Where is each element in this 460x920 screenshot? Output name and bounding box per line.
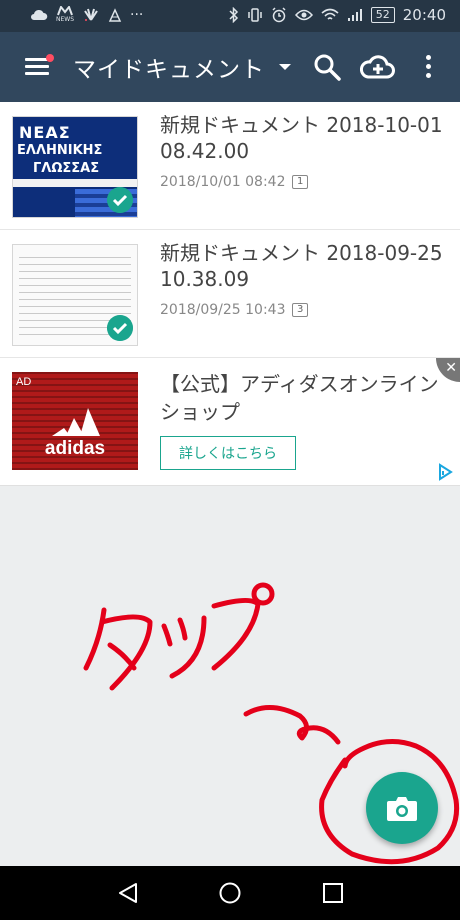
cloud-icon <box>31 9 48 20</box>
ad-title[interactable]: 【公式】アディダスオンラインショップ <box>160 370 440 426</box>
page-title[interactable]: マイドキュメント <box>73 50 265 84</box>
document-title: 新規ドキュメント 2018-09-25 10.38.09 <box>160 241 443 291</box>
page-count-badge: 1 <box>292 175 309 189</box>
news-label: NEWS <box>56 16 75 23</box>
eye-icon <box>294 9 313 21</box>
thumb-text: ΓΛΩΣΣΑΣ <box>33 161 100 176</box>
cloud-synced-check-icon <box>107 315 133 341</box>
system-nav-bar <box>0 866 460 920</box>
cloud-synced-check-icon <box>107 187 133 213</box>
signal-icon <box>347 9 362 21</box>
status-bar: NEWS ··· 52 20:40 <box>0 0 460 32</box>
more-vert-icon[interactable] <box>420 52 438 82</box>
camera-icon <box>387 797 417 821</box>
huawei-icon <box>84 8 98 21</box>
home-icon[interactable] <box>218 881 242 905</box>
list-item[interactable]: ΝΕΑΣ ΕΛΛΗΝΙΚΗΣ ΓΛΩΣΣΑΣ 新規ドキュメント 2018-10-… <box>0 102 460 230</box>
app-toolbar: マイドキュメント <box>0 32 460 102</box>
status-left-icons: NEWS ··· <box>30 6 143 24</box>
document-title: 新規ドキュメント 2018-10-01 08.42.00 <box>160 113 443 163</box>
search-icon[interactable] <box>312 52 342 82</box>
signal-tower-icon <box>108 8 122 22</box>
adidas-logo-icon <box>52 408 100 436</box>
back-icon[interactable] <box>116 881 140 905</box>
ad-label: AD <box>16 376 32 388</box>
status-right-icons: 52 20:40 <box>229 6 446 24</box>
document-date: 2018/10/01 08:42 <box>160 174 286 190</box>
notification-dot <box>46 54 54 62</box>
ad-details-button[interactable]: 詳しくはこちら <box>160 436 296 470</box>
ad-banner[interactable]: AD adidas 【公式】アディダスオンラインショップ 詳しくはこちら ✕ <box>0 358 460 486</box>
wifi-icon <box>321 8 339 20</box>
news-icon: NEWS <box>56 6 74 24</box>
alarm-icon <box>272 7 286 23</box>
recents-icon[interactable] <box>322 882 344 904</box>
document-thumbnail <box>12 244 138 346</box>
cloud-upload-icon[interactable] <box>360 50 396 84</box>
status-clock: 20:40 <box>402 6 446 24</box>
ad-image[interactable]: AD adidas <box>12 372 138 470</box>
document-thumbnail: ΝΕΑΣ ΕΛΛΗΝΙΚΗΣ ΓΛΩΣΣΑΣ <box>12 116 138 218</box>
thumb-text: ΕΛΛΗΝΙΚΗΣ <box>17 143 103 158</box>
thumb-text: ΝΕΑΣ <box>19 123 71 142</box>
document-list: ΝΕΑΣ ΕΛΛΗΝΙΚΗΣ ΓΛΩΣΣΑΣ 新規ドキュメント 2018-10-… <box>0 102 460 486</box>
battery-indicator: 52 <box>370 7 395 23</box>
menu-icon[interactable] <box>20 50 54 84</box>
adchoices-icon[interactable] <box>436 463 454 481</box>
ad-brand: adidas <box>44 438 106 459</box>
page-count-badge: 3 <box>292 303 309 317</box>
camera-fab-button[interactable] <box>366 772 438 844</box>
bluetooth-icon <box>229 7 238 23</box>
more-notifications: ··· <box>130 7 144 23</box>
document-date: 2018/09/25 10:43 <box>160 302 286 318</box>
dropdown-caret-icon[interactable] <box>279 64 291 70</box>
list-item[interactable]: 新規ドキュメント 2018-09-25 10.38.09 2018/09/25 … <box>0 230 460 358</box>
vibrate-icon <box>248 8 262 22</box>
